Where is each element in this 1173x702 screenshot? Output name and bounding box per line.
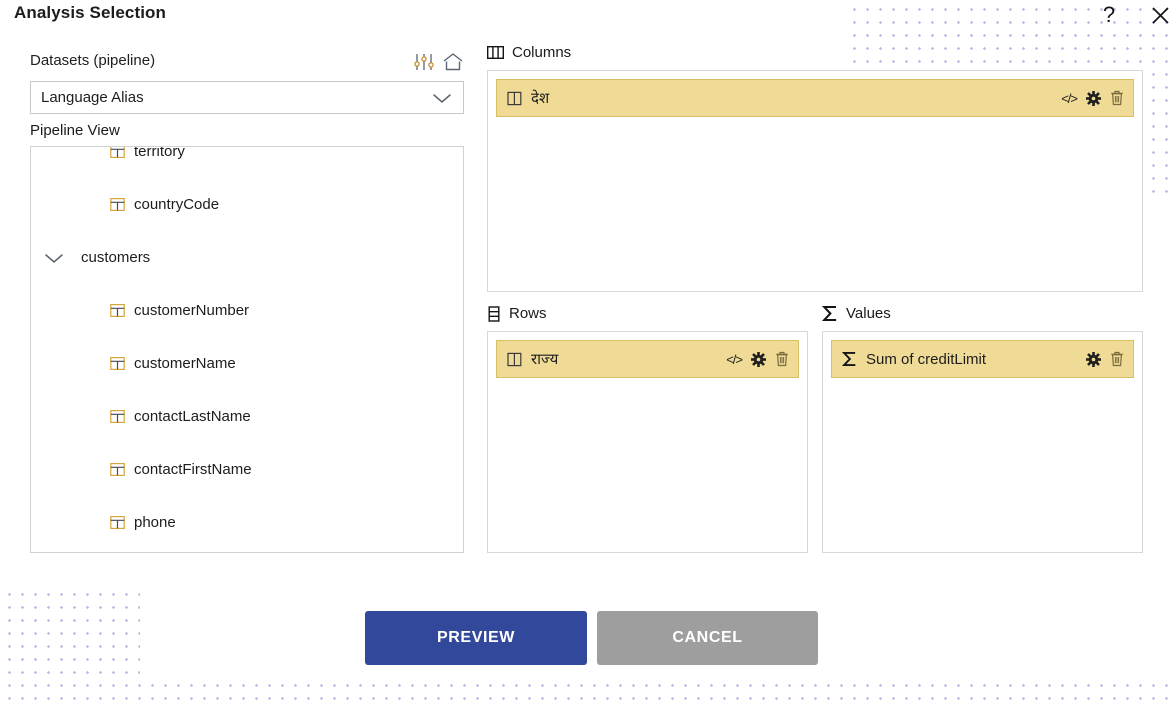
- dataset-select-value: Language Alias: [41, 89, 144, 106]
- tree-item-label: customers: [81, 249, 151, 266]
- tree-item-label: contactLastName: [134, 408, 251, 425]
- datasets-label: Datasets (pipeline): [30, 52, 156, 69]
- rows-zone-label: Rows: [509, 305, 547, 322]
- chip-actions: </>: [1061, 90, 1124, 106]
- trash-icon[interactable]: [1110, 351, 1124, 367]
- page-title: Analysis Selection: [14, 3, 167, 22]
- pipeline-view-label: Pipeline View: [30, 122, 120, 139]
- chevron-down-icon: [431, 91, 453, 105]
- tree-item-label: contactFirstName: [134, 461, 252, 478]
- chip-actions: [1086, 351, 1124, 367]
- table-field-icon: [110, 356, 125, 371]
- table-field-icon: [110, 303, 125, 318]
- tree-item-label: countryCode: [134, 196, 220, 213]
- columns-zone-header: Columns: [487, 44, 571, 61]
- columns-dropzone[interactable]: देश </>: [487, 70, 1143, 292]
- pipeline-tree-list: territory countryCode customers customerNum…: [31, 146, 463, 549]
- chip-label: राज्य: [531, 351, 559, 368]
- chip-label: Sum of creditLimit: [866, 350, 987, 368]
- columns-icon: [487, 45, 504, 60]
- tree-item-contactFirstName[interactable]: contactFirstName: [31, 443, 463, 496]
- tree-item-customers[interactable]: customers: [31, 231, 463, 284]
- chevron-down-icon[interactable]: [43, 251, 65, 265]
- table-field-icon: [110, 147, 125, 159]
- sigma-icon: [822, 305, 838, 322]
- table-field-icon: [110, 515, 125, 530]
- values-zone-label: Values: [846, 305, 891, 322]
- sliders-icon[interactable]: [413, 52, 435, 72]
- tree-item-label: territory: [134, 146, 185, 160]
- values-zone-header: Values: [822, 305, 891, 322]
- trash-icon[interactable]: [1110, 90, 1124, 106]
- tree-item-customerName[interactable]: customerName: [31, 337, 463, 390]
- code-icon[interactable]: </>: [726, 352, 743, 367]
- table-field-icon: [110, 462, 125, 477]
- code-icon[interactable]: </>: [1061, 91, 1078, 106]
- gear-icon[interactable]: [1086, 351, 1101, 367]
- table-field-icon: [110, 409, 125, 424]
- values-dropzone[interactable]: Sum of creditLimit: [822, 331, 1143, 553]
- rows-dropzone[interactable]: राज्य </>: [487, 331, 808, 553]
- tree-item-customerNumber[interactable]: customerNumber: [31, 284, 463, 337]
- columns-zone-label: Columns: [512, 44, 572, 61]
- analysis-selection-dialog: Analysis Selection ? Datasets (pipeline)…: [0, 0, 1173, 702]
- rows-icon: [487, 305, 501, 322]
- rows-chip[interactable]: राज्य </>: [496, 340, 799, 378]
- tree-item-label: phone: [134, 514, 176, 531]
- values-chip[interactable]: Sum of creditLimit: [831, 340, 1134, 378]
- tree-item-label: customerName: [134, 355, 236, 372]
- sigma-icon: [842, 351, 857, 367]
- home-icon[interactable]: [442, 52, 464, 72]
- dataset-select[interactable]: Language Alias: [30, 81, 464, 114]
- tree-item-label: customerNumber: [134, 302, 250, 319]
- tree-item-countryCode[interactable]: countryCode: [31, 178, 463, 231]
- trash-icon[interactable]: [775, 351, 789, 367]
- tree-item-territory[interactable]: territory: [31, 146, 463, 178]
- chip-actions: </>: [726, 351, 789, 367]
- column-field-icon: [507, 91, 522, 106]
- help-icon[interactable]: ?: [1096, 0, 1122, 30]
- pipeline-tree-panel[interactable]: territory countryCode customers customerNum…: [30, 146, 464, 553]
- cancel-button[interactable]: CANCEL: [597, 611, 818, 665]
- gear-icon[interactable]: [751, 351, 766, 367]
- tree-item-phone[interactable]: phone: [31, 496, 463, 549]
- preview-button[interactable]: PREVIEW: [365, 611, 587, 665]
- table-field-icon: [110, 197, 125, 212]
- tree-item-contactLastName[interactable]: contactLastName: [31, 390, 463, 443]
- close-icon[interactable]: [1147, 0, 1173, 30]
- column-field-icon: [507, 352, 522, 367]
- columns-chip[interactable]: देश </>: [496, 79, 1134, 117]
- gear-icon[interactable]: [1086, 90, 1101, 106]
- rows-zone-header: Rows: [487, 305, 547, 322]
- chip-label: देश: [531, 90, 550, 107]
